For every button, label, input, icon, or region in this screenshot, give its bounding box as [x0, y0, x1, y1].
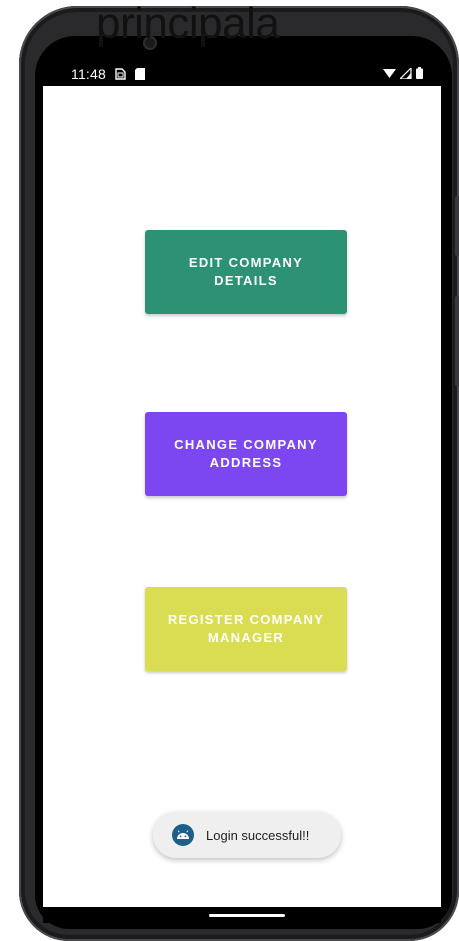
sd-card-icon — [135, 68, 145, 80]
edit-company-details-button[interactable]: EDIT COMPANY DETAILS — [145, 230, 347, 314]
android-icon — [172, 824, 194, 846]
status-bar: 11:48 — [43, 62, 441, 86]
screenshot-stage: principala 11:48 EDIT COMPANY DETAILS CH… — [0, 0, 459, 941]
change-company-address-button[interactable]: CHANGE COMPANY ADDRESS — [145, 412, 347, 496]
window-title: principala — [96, 0, 280, 48]
app-screen — [43, 86, 441, 907]
wifi-icon — [383, 66, 396, 82]
status-icons-right — [383, 66, 423, 82]
signal-icon — [398, 66, 412, 82]
power-button — [455, 296, 459, 386]
toast-notification: Login successful!! — [153, 812, 341, 858]
volume-button — [455, 196, 459, 256]
register-company-manager-button[interactable]: REGISTER COMPANY MANAGER — [145, 587, 347, 671]
home-gesture-handle[interactable] — [209, 914, 285, 917]
toast-message: Login successful!! — [206, 827, 310, 843]
battery-icon — [416, 66, 423, 82]
status-time: 11:48 — [71, 66, 106, 82]
sim-icon — [115, 68, 126, 80]
